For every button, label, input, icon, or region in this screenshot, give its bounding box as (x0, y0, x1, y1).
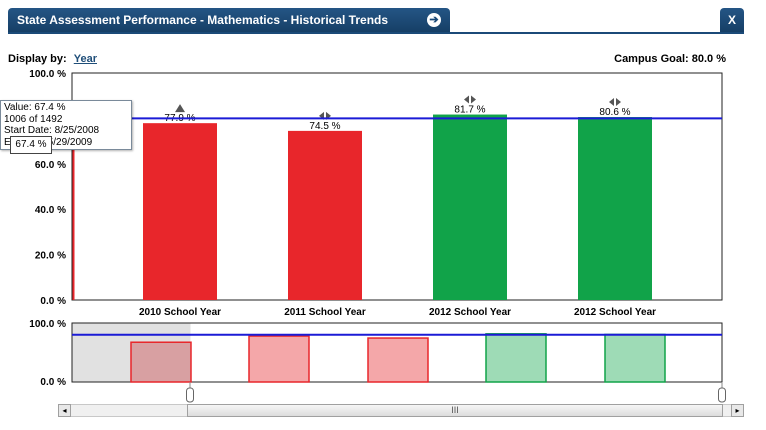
y-tick-label: 100.0 % (29, 69, 66, 80)
y-tick-label: 20.0 % (35, 251, 66, 262)
display-by-label: Display by: (8, 53, 67, 65)
display-by-year-link[interactable]: Year (74, 53, 97, 65)
navigator-left-handle[interactable] (186, 387, 194, 403)
x-tick-label: 2010 School Year (139, 307, 221, 318)
navigator-bar (367, 337, 429, 383)
tooltip-count: 1006 of 1492 (4, 113, 63, 125)
title-underline (8, 32, 744, 34)
bar (578, 117, 652, 300)
bar (288, 130, 362, 300)
y-tick-label: 40.0 % (35, 205, 66, 216)
arrow-right-circle-icon[interactable]: ➔ (427, 13, 441, 27)
bar-value-label: 81.7 % (454, 105, 485, 116)
navigator-chart[interactable]: 100.0 % 0.0 % (0, 318, 766, 412)
bar (143, 123, 217, 301)
navigator-bar (485, 333, 547, 383)
navigator-bar (130, 341, 192, 383)
window-title: State Assessment Performance - Mathemati… (17, 13, 389, 27)
scrollbar-thumb[interactable]: III (187, 404, 723, 417)
navigator-y-max: 100.0 % (29, 319, 66, 330)
x-tick-label: 2012 School Year (574, 307, 656, 318)
x-tick-label: 2011 School Year (284, 307, 366, 318)
tooltip-value-box: 67.4 % (10, 136, 52, 154)
tooltip-value: Value: 67.4 % (4, 102, 66, 113)
bar-value-label: 80.6 % (599, 107, 630, 118)
navigator-right-handle[interactable] (718, 387, 726, 403)
navigator-bar (604, 333, 666, 383)
navigator-bar (248, 335, 310, 383)
navigator-y-min: 0.0 % (40, 377, 66, 388)
partial-bar (72, 147, 75, 300)
campus-goal-label: Campus Goal: 80.0 % (614, 53, 726, 65)
tooltip-start-date: Start Date: 8/25/2008 (4, 125, 100, 136)
scroll-left-arrow-icon[interactable]: ◂ (58, 404, 71, 417)
close-button[interactable]: X (720, 8, 744, 32)
bar (433, 114, 507, 300)
window-title-bar: State Assessment Performance - Mathemati… (8, 8, 450, 32)
bar-value-label: 74.5 % (309, 121, 340, 132)
y-tick-label: 60.0 % (35, 160, 66, 171)
x-tick-label: 2012 School Year (429, 307, 511, 318)
y-tick-label: 0.0 % (40, 296, 66, 307)
display-by-control: Display by: Year (8, 53, 97, 65)
scroll-right-arrow-icon[interactable]: ▸ (731, 404, 744, 417)
